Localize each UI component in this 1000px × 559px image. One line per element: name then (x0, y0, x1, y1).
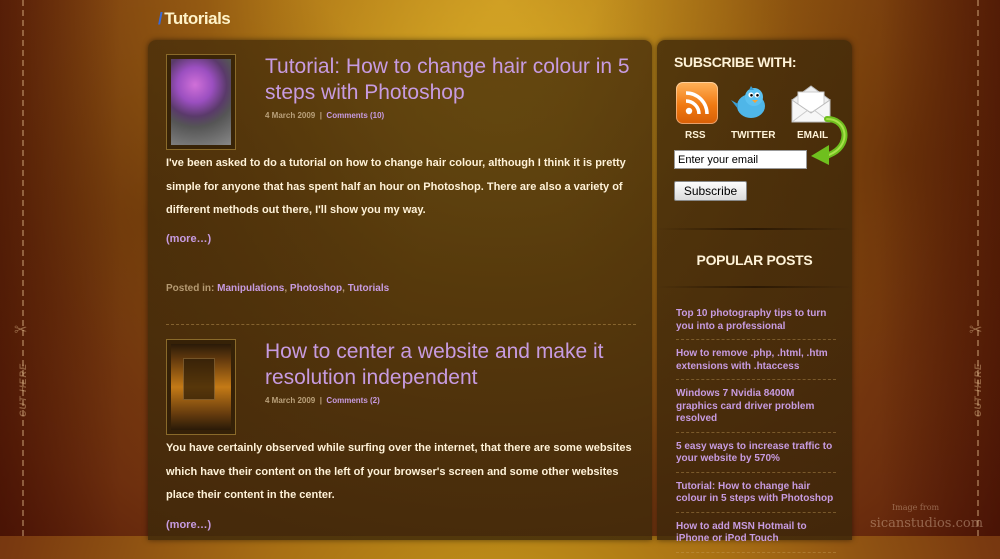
popular-post-link[interactable]: Tutorial: How to change hair colour in 5… (676, 479, 836, 513)
twitter-label[interactable]: TWITTER (731, 130, 775, 141)
sidebar-divider (657, 228, 852, 230)
post-meta: 4 March 2009 | Comments (2) (265, 396, 380, 405)
popular-post-link[interactable]: Windows 7 Nvidia 8400M graphics card dri… (676, 386, 836, 433)
subscribe-button[interactable]: Subscribe (674, 181, 747, 201)
post-date: 4 March 2009 (265, 396, 316, 405)
sidebar-divider (657, 286, 852, 288)
popular-post-link[interactable]: Top 10 photography tips to turn you into… (676, 306, 836, 340)
sidebar: SUBSCRIBE WITH: RSS TWITTER EMAIL Subscr… (657, 40, 852, 553)
popular-post-link[interactable]: How to remove .php, .html, .htm extensio… (676, 346, 836, 380)
post-meta: 4 March 2009 | Comments (10) (265, 111, 385, 120)
post-thumbnail[interactable] (166, 54, 236, 150)
post-title-link[interactable]: How to center a website and make it reso… (265, 339, 635, 391)
scissors-icon: ✂ (969, 322, 983, 339)
popular-posts-heading: POPULAR POSTS (696, 252, 813, 268)
post-item: How to center a website and make it reso… (166, 339, 636, 539)
posted-in-label: Posted in: (166, 283, 215, 294)
cut-line-right (977, 0, 979, 536)
post-date: 4 March 2009 (265, 111, 316, 120)
email-input[interactable] (674, 150, 807, 169)
green-curved-arrow-icon (811, 116, 848, 165)
post-item: Tutorial: How to change hair colour in 5… (166, 54, 636, 324)
watermark: Image from sicanstudios.com (870, 503, 983, 531)
post-excerpt: You have certainly observed while surfin… (166, 442, 632, 501)
comments-link[interactable]: Comments (10) (326, 111, 384, 120)
post-excerpt: I've been asked to do a tutorial on how … (166, 157, 626, 216)
comments-link[interactable]: Comments (2) (326, 396, 379, 405)
popular-posts-list: Top 10 photography tips to turn you into… (676, 306, 836, 559)
watermark-line2: sicanstudios.com (870, 516, 984, 531)
watermark-line1: Image from (892, 503, 940, 512)
popular-post-link[interactable]: 5 easy ways to increase traffic to your … (676, 439, 836, 473)
post-divider (166, 324, 636, 325)
subscribe-heading: SUBSCRIBE WITH: (674, 54, 797, 70)
read-more-link[interactable]: (more…) (166, 519, 211, 531)
cut-here-label-right: CUT HERE (973, 362, 984, 418)
category-link[interactable]: Tutorials (348, 283, 389, 294)
rss-icon[interactable] (676, 82, 718, 124)
post-title-link[interactable]: Tutorial: How to change hair colour in 5… (265, 54, 635, 106)
main-content: Tutorial: How to change hair colour in 5… (148, 40, 652, 540)
cut-here-label-left: CUT HERE (18, 362, 29, 418)
page-title-text: Tutorials (164, 9, 231, 28)
read-more-link[interactable]: (more…) (166, 233, 211, 245)
post-thumbnail[interactable] (166, 339, 236, 435)
rss-label[interactable]: RSS (685, 130, 706, 141)
page-title: / Tutorials (158, 9, 231, 28)
category-link[interactable]: Manipulations (217, 283, 284, 294)
twitter-bird-icon[interactable] (729, 82, 771, 124)
category-link[interactable]: Photoshop (290, 283, 342, 294)
cut-line-left (22, 0, 24, 536)
scissors-icon: ✂ (14, 322, 28, 339)
post-categories: Posted in: Manipulations, Photoshop, Tut… (166, 283, 390, 294)
